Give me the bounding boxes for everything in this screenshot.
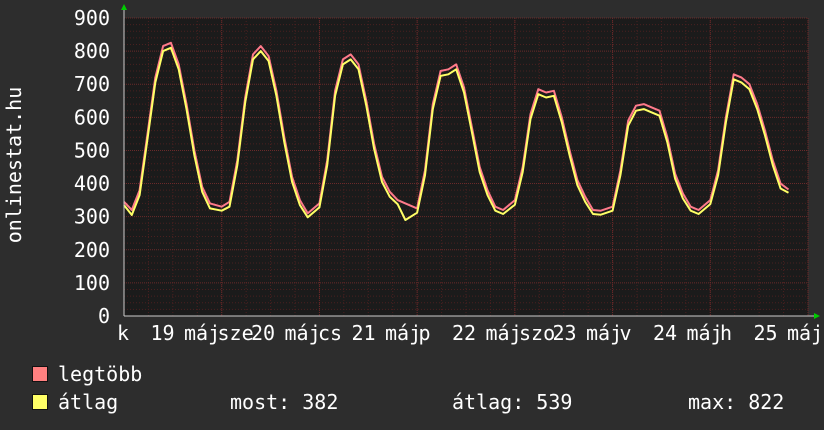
x-tick-label: máj: [285, 321, 321, 345]
y-tick-label: 800: [74, 39, 110, 63]
y-tick-label: 400: [74, 172, 110, 196]
x-tick-label: máj: [687, 321, 723, 345]
y-tick-label: 200: [74, 238, 110, 262]
x-tick-label: cs: [318, 321, 342, 345]
legend: legtöbb átlag most: 382 átlag: 539 max: …: [0, 360, 824, 430]
x-tick-label: máj: [385, 321, 421, 345]
y-tick-label: 0: [98, 304, 110, 328]
x-tick-label: 23: [553, 321, 577, 345]
legend-item-atlag: átlag: [32, 390, 118, 414]
x-tick-label: 25: [754, 321, 778, 345]
y-tick-label: 100: [74, 271, 110, 295]
x-tick-label: máj: [787, 321, 823, 345]
chart-svg: 0100200300400500600700800900k 19 májsze20 m…: [74, 4, 823, 345]
y-tick-label: 300: [74, 205, 110, 229]
x-tick-label: h: [720, 321, 732, 345]
stat-most: most: 382: [230, 390, 339, 414]
x-tick-label: k: [117, 321, 129, 345]
legend-label-legtobb: legtöbb: [58, 362, 143, 386]
x-tick-label: máj: [184, 321, 220, 345]
x-tick-label: 21: [352, 321, 376, 345]
legend-item-legtobb: legtöbb: [32, 362, 142, 386]
y-tick-label: 700: [74, 72, 110, 96]
x-axis-arrow: [814, 313, 820, 319]
x-tick-label: sze: [218, 321, 254, 345]
x-tick-label: 22: [452, 321, 476, 345]
x-tick-label: v: [620, 321, 632, 345]
legend-label-atlag: átlag: [58, 390, 119, 414]
vertical-label: onlinestat.hu: [0, 0, 28, 330]
x-tick-label: máj: [586, 321, 622, 345]
x-tick-label: máj: [486, 321, 522, 345]
stat-atlag: átlag: 539: [452, 390, 573, 414]
legend-swatch-atlag: [32, 394, 48, 410]
y-tick-label: 600: [74, 105, 110, 129]
x-tick-label: 19: [151, 321, 175, 345]
x-tick-label: szo: [519, 321, 555, 345]
plot-area: [124, 18, 808, 316]
x-tick-label: 24: [653, 321, 677, 345]
y-axis-arrow: [121, 4, 127, 10]
x-tick-label: 20: [251, 321, 275, 345]
x-tick-label: p: [419, 321, 431, 345]
legend-swatch-legtobb: [32, 366, 48, 382]
stat-max: max: 822: [688, 390, 785, 414]
y-tick-label: 900: [74, 6, 110, 30]
vertical-label-text: onlinestat.hu: [2, 86, 26, 244]
y-tick-label: 500: [74, 138, 110, 162]
